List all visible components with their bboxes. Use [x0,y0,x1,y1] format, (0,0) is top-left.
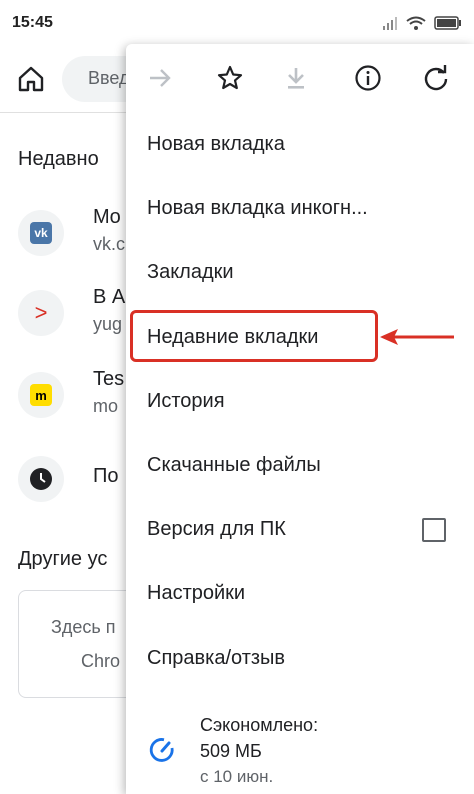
item-sub: yug [93,314,123,334]
recent-title: Недавно [18,148,99,170]
item-sub: mo [93,396,119,416]
saved-since: с 10 июн. [200,767,274,786]
forward-button[interactable] [140,58,180,98]
data-saver-summary[interactable]: Сэкономлено: 509 МБ с 10 июн. [200,712,318,790]
omnibox-text: Введ [88,68,130,88]
menu-new-tab[interactable]: Новая вкладка [147,133,285,156]
vk-icon: vk [18,210,64,256]
menu-downloads[interactable]: Скачанные файлы [147,454,321,477]
home-button[interactable] [14,62,48,96]
home-icon [18,66,44,92]
reload-icon [424,65,448,91]
clock-icon [18,456,64,502]
bookmark-button[interactable] [210,58,250,98]
saved-amount: 509 МБ [200,741,262,761]
recent-tabs-highlight [130,310,378,362]
item-sub: vk.c [93,234,126,254]
item-title: Tes [93,368,125,390]
card-text-2: Chro [81,651,121,671]
signal-icon [383,17,397,30]
menu-bookmarks[interactable]: Закладки [147,261,234,284]
menu-icon-row [126,44,474,114]
desktop-site-checkbox[interactable] [422,518,446,542]
data-saver-icon [149,738,174,762]
saved-label: Сэкономлено: [200,715,319,735]
download-icon [288,68,304,89]
item-title: По [93,465,119,487]
overflow-menu: Новая вкладка Новая вкладка инкогн... За… [126,44,474,794]
info-icon [355,65,381,91]
wifi-icon [406,16,426,30]
info-button[interactable] [348,58,388,98]
menu-new-incognito-tab[interactable]: Новая вкладка инкогн... [147,197,368,220]
status-bar: 15:45 [0,0,474,46]
menu-help-feedback[interactable]: Справка/отзыв [147,647,285,670]
battery-icon [434,16,461,30]
forward-icon [150,69,171,87]
card-text: Здесь п [51,617,116,637]
reload-button[interactable] [416,58,456,98]
chevron-icon: > [18,290,64,336]
download-button[interactable] [276,58,316,98]
menu-history[interactable]: История [147,390,225,413]
menu-settings[interactable]: Настройки [147,582,245,605]
status-icons [382,16,462,30]
other-devices-title: Другие ус [18,548,108,570]
star-icon [217,65,243,90]
menu-desktop-site[interactable]: Версия для ПК [147,518,286,541]
m-badge-icon: m [18,372,64,418]
item-title: Mo [93,206,121,228]
pointer-arrow-icon [380,329,454,345]
status-time: 15:45 [12,14,53,31]
item-title: В А [93,286,126,308]
